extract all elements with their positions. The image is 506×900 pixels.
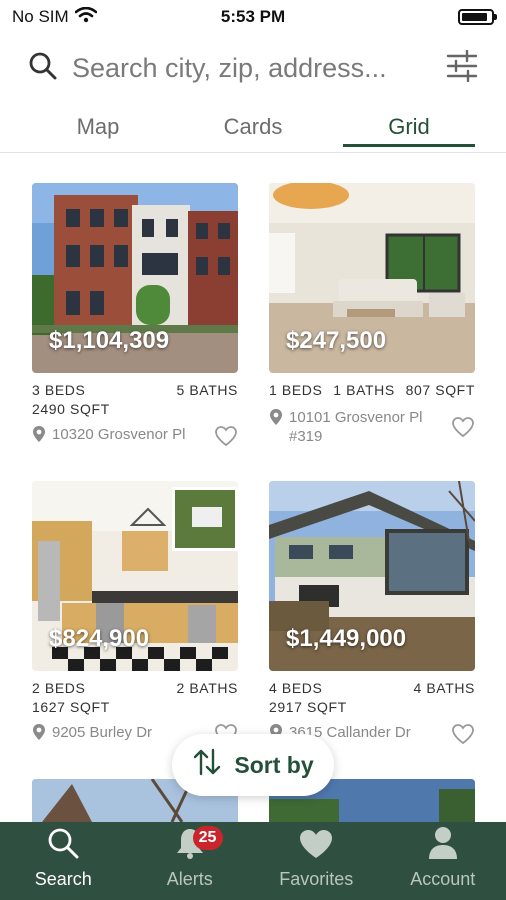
favorite-heart-icon[interactable] <box>214 425 238 452</box>
listing-baths: 2 BATHS <box>176 680 238 696</box>
listing-price: $1,104,309 <box>49 327 170 354</box>
listing-beds: 4 BEDS <box>269 680 323 696</box>
nav-account[interactable]: Account <box>380 822 506 900</box>
listing-sqft: 2917 SQFT <box>269 699 347 715</box>
favorite-heart-icon[interactable] <box>451 723 475 750</box>
location-pin-icon <box>269 408 283 431</box>
sort-by-label: Sort by <box>234 751 314 778</box>
listing-address: 10101 Grosvenor Pl #319 <box>289 408 445 446</box>
wifi-icon <box>74 6 97 28</box>
nav-label: Alerts <box>166 869 213 889</box>
listing-details: 3 BEDS 5 BATHS 2490 SQFT <box>32 381 238 419</box>
listing-sqft: 2490 SQFT <box>32 401 110 417</box>
search-icon <box>46 826 80 865</box>
person-icon <box>428 826 458 865</box>
listing-baths: 1 BATHS <box>333 382 395 398</box>
nav-label: Search <box>34 869 92 889</box>
alerts-count-badge: 25 <box>192 826 223 850</box>
nav-label: Favorites <box>279 869 354 889</box>
listing-photo-townhouse[interactable]: $1,104,309 <box>32 183 238 373</box>
heart-icon <box>298 828 334 865</box>
sort-arrows-icon <box>192 747 222 783</box>
listing-sqft: 1627 SQFT <box>32 699 110 715</box>
listing-beds: 3 BEDS <box>32 382 86 398</box>
favorite-heart-icon[interactable] <box>451 416 475 443</box>
search-bar <box>28 46 478 90</box>
status-bar: No SIM 5:53 PM <box>0 0 506 34</box>
listing-photo-living-room[interactable]: $247,500 <box>269 183 475 373</box>
nav-alerts[interactable]: 25 Alerts <box>127 822 254 900</box>
listing-details: 1 BEDS 1 BATHS 807 SQFT <box>269 381 475 400</box>
listing-card[interactable]: $247,500 1 BEDS 1 BATHS 807 SQFT 10101 G… <box>269 183 475 446</box>
battery-icon <box>458 9 497 25</box>
listing-beds: 1 BEDS <box>269 382 323 398</box>
listing-address: 10320 Grosvenor Pl <box>52 426 186 443</box>
listing-card[interactable]: $824,900 2 BEDS 2 BATHS 1627 SQFT 9205 B… <box>32 481 238 750</box>
active-tab-indicator <box>343 144 475 147</box>
listing-price: $1,449,000 <box>286 625 407 652</box>
listing-photo-kitchen[interactable]: $824,900 <box>32 481 238 671</box>
nav-favorites[interactable]: Favorites <box>253 822 380 900</box>
listing-baths: 4 BATHS <box>413 680 475 696</box>
listing-sqft: 807 SQFT <box>405 382 475 398</box>
listing-details: 4 BEDS 4 BATHS 2917 SQFT <box>269 679 475 717</box>
location-pin-icon <box>32 425 46 448</box>
listing-details: 2 BEDS 2 BATHS 1627 SQFT <box>32 679 238 717</box>
listing-price: $247,500 <box>286 327 387 354</box>
search-icon <box>28 51 58 86</box>
listing-card[interactable]: $1,449,000 4 BEDS 4 BATHS 2917 SQFT 3615… <box>269 481 475 750</box>
search-input[interactable] <box>70 51 446 85</box>
location-pin-icon <box>32 723 46 746</box>
listing-photo-house[interactable]: $1,449,000 <box>269 481 475 671</box>
nav-label: Account <box>410 869 476 889</box>
listing-address-line1: 10101 Grosvenor Pl <box>289 409 423 426</box>
listing-address-line2: #319 <box>289 428 323 445</box>
carrier-label: No SIM <box>12 7 69 26</box>
listing-price: $824,900 <box>49 625 150 652</box>
sort-by-button[interactable]: Sort by <box>172 734 334 796</box>
tab-map[interactable]: Map <box>36 104 160 150</box>
nav-search[interactable]: Search <box>0 822 127 900</box>
tab-cards[interactable]: Cards <box>190 104 316 150</box>
listing-beds: 2 BEDS <box>32 680 86 696</box>
filter-sliders-icon[interactable] <box>446 49 478 87</box>
listing-baths: 5 BATHS <box>176 382 238 398</box>
bottom-nav: Search 25 Alerts Favorites Account <box>0 822 506 900</box>
listing-card[interactable]: $1,104,309 3 BEDS 5 BATHS 2490 SQFT 1032… <box>32 183 238 452</box>
